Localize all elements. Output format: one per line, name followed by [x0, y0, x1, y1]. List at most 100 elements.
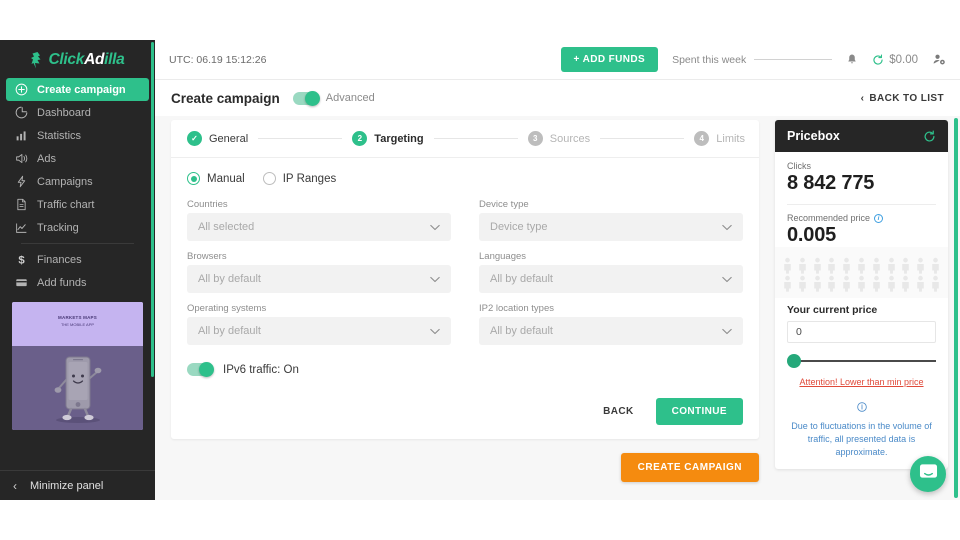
chevron-down-icon [722, 276, 732, 283]
sidebar-item-add-funds[interactable]: Add funds [6, 271, 149, 294]
continue-button[interactable]: CONTINUE [655, 398, 743, 425]
sidebar-item-traffic-chart[interactable]: Traffic chart [6, 193, 149, 216]
credit-card-icon [15, 276, 28, 289]
spent-this-week-value [754, 59, 833, 60]
pricebox-title: Pricebox [787, 129, 840, 143]
info-icon[interactable]: i [874, 213, 884, 223]
field-ip2-location-types: IP2 location types All by default [479, 303, 743, 345]
person-icon [784, 257, 791, 274]
balance[interactable]: $0.00 [872, 54, 918, 66]
languages-select[interactable]: All by default [479, 265, 743, 293]
people-row [783, 257, 940, 274]
advanced-toggle[interactable] [292, 90, 320, 106]
logo-ad: Ad [84, 51, 105, 68]
select-value: All selected [198, 221, 255, 233]
person-icon [843, 275, 850, 292]
advanced-label: Advanced [325, 92, 375, 104]
minimize-panel-button[interactable]: ‹ Minimize panel [0, 470, 155, 500]
clicks-label: Clicks [787, 161, 811, 171]
page-header: Create campaign Advanced ‹ BACK TO LIST [155, 80, 960, 116]
browsers-select[interactable]: All by default [187, 265, 451, 293]
spent-this-week: Spent this week [672, 54, 833, 66]
ipv6-label: IPv6 traffic: On [223, 363, 299, 376]
chat-bubble-icon [919, 463, 938, 486]
select-value: All by default [198, 273, 261, 285]
pricebox-column: Pricebox Clicks 8 842 775 Recommended pr… [775, 120, 960, 500]
chevron-down-icon [430, 328, 440, 335]
app-window: ClickAdilla Create campaign Dashboard St… [0, 40, 960, 500]
bell-icon[interactable] [846, 53, 858, 66]
top-bar: UTC: 06.19 15:12:26 + ADD FUNDS Spent th… [155, 40, 960, 80]
step-badge: 4 [694, 131, 710, 146]
sidebar-scrollbar[interactable] [151, 42, 154, 377]
person-icon [813, 275, 821, 292]
person-icon [858, 275, 865, 292]
step-targeting[interactable]: 2 Targeting [352, 131, 424, 146]
pricebox-note: Due to fluctuations in the volume of tra… [787, 399, 936, 459]
step-label: Targeting [374, 132, 424, 145]
clickadilla-mark-icon [30, 51, 44, 69]
person-icon [784, 275, 791, 292]
sidebar-nav: Create campaign Dashboard Statistics Ads [0, 78, 155, 294]
promo-banner[interactable]: MARKETS MAPS THE MOBILE APP [12, 302, 143, 430]
sidebar-item-label: Traffic chart [37, 198, 95, 211]
sidebar-item-dashboard[interactable]: Dashboard [6, 101, 149, 124]
utc-clock: UTC: 06.19 15:12:26 [169, 53, 267, 66]
step-limits[interactable]: 4 Limits [694, 131, 745, 146]
select-value: All by default [490, 325, 553, 337]
back-to-list-button[interactable]: ‹ BACK TO LIST [861, 93, 944, 104]
promo-line1: MARKETS MAPS [58, 315, 97, 320]
sidebar-item-create-campaign[interactable]: Create campaign [6, 78, 149, 101]
sidebar-item-statistics[interactable]: Statistics [6, 124, 149, 147]
radio-ip-ranges[interactable]: IP Ranges [262, 172, 336, 185]
step-badge: 3 [527, 131, 543, 146]
step-label: General [209, 132, 249, 145]
person-icon [917, 257, 924, 274]
field-label: Browsers [187, 251, 227, 262]
person-icon [843, 257, 850, 274]
sidebar-item-ads[interactable]: Ads [6, 147, 149, 170]
device-type-select[interactable]: Device type [479, 213, 743, 241]
operating-systems-select[interactable]: All by default [187, 317, 451, 345]
logo-click: Click [48, 51, 85, 68]
radio-manual[interactable]: Manual [187, 172, 245, 185]
step-label: Sources [549, 132, 591, 145]
price-slider-knob[interactable] [787, 354, 801, 368]
back-button[interactable]: BACK [599, 399, 638, 424]
step-general[interactable]: ✓ General [187, 131, 248, 146]
balance-value: $0.00 [889, 53, 918, 66]
people-row [783, 275, 940, 292]
pie-chart-icon [15, 106, 28, 119]
countries-select[interactable]: All selected [187, 213, 451, 241]
ipv6-toggle-knob [199, 362, 214, 377]
add-funds-button[interactable]: + ADD FUNDS [560, 47, 659, 72]
refresh-icon[interactable] [872, 53, 884, 66]
person-icon [902, 257, 910, 274]
minimize-panel-label: Minimize panel [30, 479, 104, 492]
bolt-icon [15, 175, 28, 188]
step-sources[interactable]: 3 Sources [527, 131, 591, 146]
chat-bubble-button[interactable] [910, 456, 946, 492]
ipv6-toggle[interactable] [187, 362, 214, 377]
ip2-location-types-select[interactable]: All by default [479, 317, 743, 345]
sidebar-item-finances[interactable]: $ Finances [6, 248, 149, 271]
pricebox-header: Pricebox [775, 120, 948, 152]
logo[interactable]: ClickAdilla [0, 40, 155, 78]
main-scrollbar[interactable] [954, 118, 958, 498]
refresh-icon[interactable] [923, 130, 936, 143]
sidebar-item-campaigns[interactable]: Campaigns [6, 170, 149, 193]
sidebar-item-label: Campaigns [37, 175, 93, 188]
page-title: Create campaign [171, 90, 280, 106]
current-price-input[interactable] [787, 321, 936, 343]
create-campaign-button[interactable]: CREATE CAMPAIGN [620, 453, 759, 482]
field-label: IP2 location types [479, 303, 554, 314]
logo-text: ClickAdilla [49, 51, 125, 69]
sidebar-item-label: Tracking [37, 221, 79, 234]
plus-circle-icon [15, 83, 28, 96]
targeting-form: Manual IP Ranges Countries All selected … [171, 158, 759, 439]
price-slider[interactable] [787, 354, 936, 368]
chevron-down-icon [430, 224, 440, 231]
min-price-warning[interactable]: Attention! Lower than min price [787, 377, 936, 387]
account-settings-icon[interactable] [932, 53, 946, 66]
sidebar-item-tracking[interactable]: Tracking [6, 216, 149, 239]
